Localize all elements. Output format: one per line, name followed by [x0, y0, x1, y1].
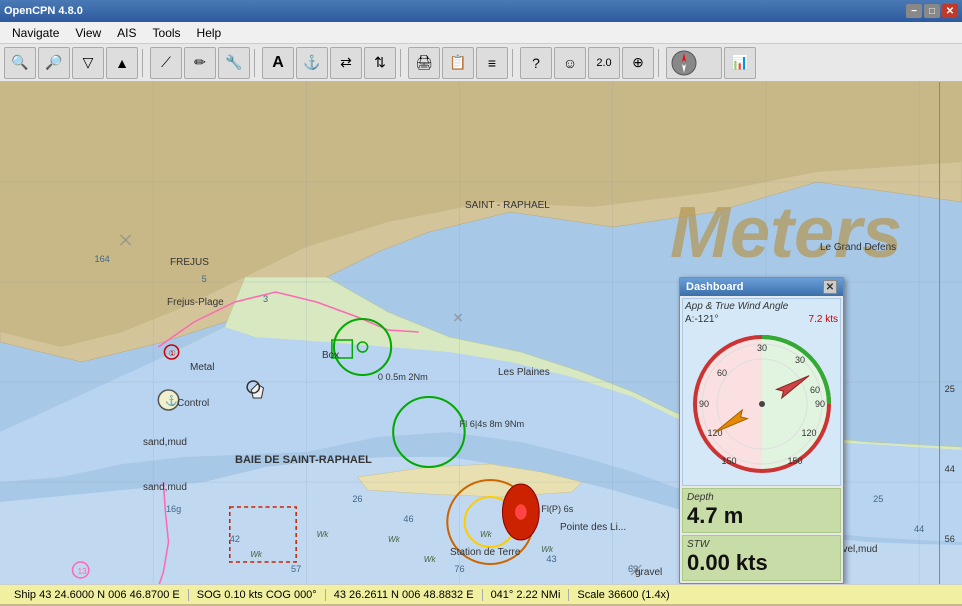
zoom-out-button[interactable]: 🔎	[38, 47, 70, 79]
arrows-lr-button[interactable]: ⇄	[330, 47, 362, 79]
wind-compass: 30 30 60 60 90 90 120 120 150 150	[687, 329, 837, 479]
app-title: OpenCPN 4.8.0	[4, 5, 83, 17]
menu-tools[interactable]: Tools	[145, 24, 189, 42]
svg-text:25: 25	[945, 384, 955, 394]
dashboard-title: Dashboard	[686, 281, 743, 293]
toolbar-separator-4	[512, 49, 516, 77]
svg-text:46: 46	[403, 514, 413, 524]
status-scale: Scale 36600 (1.4x)	[569, 589, 677, 601]
svg-text:Wk: Wk	[424, 555, 437, 564]
svg-text:Fl(P) 6s: Fl(P) 6s	[541, 504, 574, 514]
dashboard-titlebar: Dashboard ✕	[680, 278, 843, 296]
svg-text:Wk: Wk	[388, 535, 401, 544]
svg-text:Wk: Wk	[541, 545, 554, 554]
dashboard-close-button[interactable]: ✕	[823, 280, 837, 294]
scale-button[interactable]: 2.0	[588, 47, 620, 79]
svg-text:5: 5	[202, 274, 207, 284]
toolbar-separator-2	[254, 49, 258, 77]
stw-value: 0.00 kts	[687, 550, 836, 576]
svg-text:43: 43	[546, 554, 556, 564]
svg-text:164: 164	[94, 254, 109, 264]
compass-container: 30 30 60 60 90 90 120 120 150 150	[685, 325, 838, 483]
toolbar-separator-5	[658, 49, 662, 77]
depth-value: 4.7 m	[687, 503, 836, 529]
pen-button[interactable]: ✏	[184, 47, 216, 79]
svg-text:Fl 6|4s 8m 9Nm: Fl 6|4s 8m 9Nm	[460, 419, 525, 429]
anchor-button[interactable]: ⚓	[296, 47, 328, 79]
menu-ais[interactable]: AIS	[109, 24, 144, 42]
menu-navigate[interactable]: Navigate	[4, 24, 67, 42]
filter-button[interactable]: ▽	[72, 47, 104, 79]
wind-kts-display: 7.2 kts	[809, 314, 838, 325]
svg-text:Wk: Wk	[317, 530, 330, 539]
svg-text:25: 25	[873, 494, 883, 504]
compass-button[interactable]	[666, 47, 722, 79]
menu-help[interactable]: Help	[189, 24, 230, 42]
help-button[interactable]: ?	[520, 47, 552, 79]
svg-text:16g: 16g	[166, 504, 181, 514]
close-button[interactable]: ✕	[942, 4, 958, 18]
dashboard-panel: Dashboard ✕ App & True Wind Angle A:-121…	[679, 277, 844, 584]
wind-section: App & True Wind Angle A:-121° 7.2 kts	[682, 298, 841, 486]
wind-title: App & True Wind Angle	[685, 301, 788, 312]
svg-text:60: 60	[716, 368, 726, 378]
status-ship-pos: Ship 43 24.6000 N 006 46.8700 E	[6, 589, 189, 601]
depth-section: Depth 4.7 m	[682, 488, 841, 533]
svg-text:0 0.5m 2Nm: 0 0.5m 2Nm	[378, 372, 428, 382]
depth-label: Depth	[687, 492, 836, 503]
life-ring-button[interactable]: ⊕	[622, 47, 654, 79]
text-button[interactable]: A	[262, 47, 294, 79]
dashboard-content: App & True Wind Angle A:-121° 7.2 kts	[680, 296, 843, 583]
wind-angle-display: A:-121°	[685, 314, 718, 325]
svg-text:30: 30	[794, 355, 804, 365]
svg-text:①: ①	[169, 349, 176, 358]
stw-label: STW	[687, 539, 836, 550]
print-button[interactable]: 🖨	[408, 47, 440, 79]
svg-text:44: 44	[914, 524, 924, 534]
svg-text:90: 90	[698, 399, 708, 409]
stats-button[interactable]: 📊	[724, 47, 756, 79]
svg-text:42: 42	[230, 534, 240, 544]
statusbar: Ship 43 24.6000 N 006 46.8700 E SOG 0.10…	[0, 584, 962, 604]
svg-text:⚓: ⚓	[165, 394, 178, 407]
arrows-ud-button[interactable]: ⇅	[364, 47, 396, 79]
svg-text:57: 57	[291, 564, 301, 574]
map-area[interactable]: 164 5 3 16g 42 57 26 46 76 43 63 64 45 5…	[0, 82, 962, 584]
layers-button[interactable]: ≡	[476, 47, 508, 79]
chart-button[interactable]: 📋	[442, 47, 474, 79]
status-cursor-pos: 43 26.2611 N 006 48.8832 E	[326, 589, 483, 601]
titlebar: OpenCPN 4.8.0 − □ ✕	[0, 0, 962, 22]
stw-section: STW 0.00 kts	[682, 535, 841, 580]
route-button[interactable]: ⟋	[150, 47, 182, 79]
svg-text:150: 150	[787, 456, 802, 466]
toolbar-separator-3	[400, 49, 404, 77]
svg-text:60: 60	[809, 385, 819, 395]
svg-text:Wk: Wk	[480, 530, 493, 539]
menu-view[interactable]: View	[67, 24, 109, 42]
minimize-button[interactable]: −	[906, 4, 922, 18]
svg-text:Wk: Wk	[250, 550, 263, 559]
svg-text:90: 90	[814, 399, 824, 409]
face-button[interactable]: ☺	[554, 47, 586, 79]
svg-text:26: 26	[352, 494, 362, 504]
menubar: Navigate View AIS Tools Help	[0, 22, 962, 44]
toolbar: 🔍 🔎 ▽ ▲ ⟋ ✏ 🔧 A ⚓ ⇄ ⇅ 🖨 📋 ≡ ? ☺ 2.0 ⊕ 📊	[0, 44, 962, 82]
status-sog-cog: SOG 0.10 kts COG 000°	[189, 589, 326, 601]
status-bearing: 041° 2.22 NMi	[483, 589, 570, 601]
svg-text:30: 30	[756, 343, 766, 353]
maximize-button[interactable]: □	[924, 4, 940, 18]
toolbar-separator-1	[142, 49, 146, 77]
titlebar-controls: − □ ✕	[906, 4, 958, 18]
svg-text:76: 76	[454, 564, 464, 574]
north-button[interactable]: ▲	[106, 47, 138, 79]
wrench-button[interactable]: 🔧	[218, 47, 250, 79]
svg-text:120: 120	[801, 428, 816, 438]
svg-text:150: 150	[721, 456, 736, 466]
zoom-in-button[interactable]: 🔍	[4, 47, 36, 79]
svg-text:44: 44	[945, 464, 955, 474]
svg-text:13: 13	[78, 567, 88, 576]
svg-text:56: 56	[945, 534, 955, 544]
